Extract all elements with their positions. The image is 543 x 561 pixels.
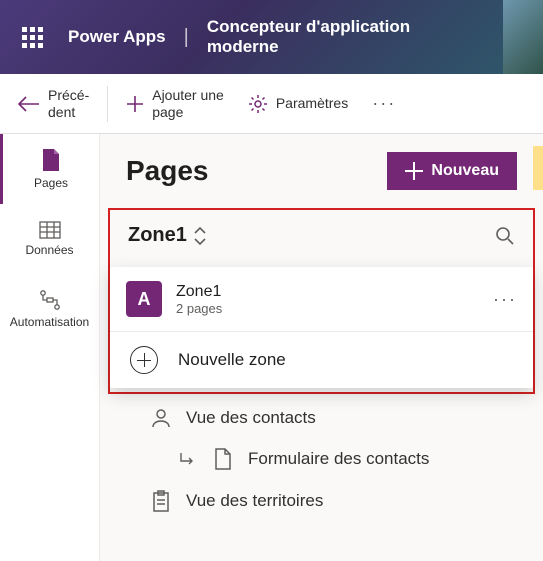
tree-item-contacts-form[interactable]: Formulaire des contacts	[146, 438, 543, 480]
zone-item-more-button[interactable]: ···	[493, 289, 517, 310]
main-panel: Pages Nouveau Zone1 A	[100, 134, 543, 561]
app-subtitle: Concepteur d'application moderne	[207, 17, 467, 58]
zone-popup: A Zone1 2 pages ··· Nouvelle zone	[110, 267, 533, 388]
settings-label: Paramètres	[276, 95, 348, 111]
tree-item-contacts-view[interactable]: Vue des contacts	[146, 398, 543, 438]
add-page-label: Ajouter une page	[152, 87, 224, 119]
back-button[interactable]: Précé- dent	[8, 81, 99, 125]
add-page-button[interactable]: Ajouter une page	[116, 81, 234, 125]
table-icon	[39, 221, 61, 239]
sort-icon	[193, 226, 209, 246]
new-zone-button[interactable]: Nouvelle zone	[110, 331, 533, 388]
nav-item-data[interactable]: Données	[0, 204, 99, 274]
page-header: Pages Nouveau	[100, 134, 543, 208]
zone-header-label: Zone1	[128, 224, 187, 247]
waffle-icon	[22, 27, 43, 48]
toolbar: Précé- dent Ajouter une page Paramètres …	[0, 74, 543, 134]
zone-item[interactable]: A Zone1 2 pages ···	[110, 267, 533, 331]
clipboard-icon	[150, 490, 172, 512]
flow-icon	[38, 289, 62, 311]
nav-label: Données	[25, 243, 73, 257]
zone-subtitle: 2 pages	[176, 301, 479, 316]
gear-icon	[248, 94, 268, 114]
page-icon	[41, 148, 61, 172]
header-separator: |	[184, 26, 189, 49]
circle-plus-icon	[130, 346, 158, 374]
search-icon	[495, 226, 515, 246]
tree-item-label: Vue des contacts	[186, 408, 316, 428]
zone-info: Zone1 2 pages	[176, 283, 479, 316]
side-indicator	[533, 146, 543, 190]
app-name: Power Apps	[68, 27, 166, 47]
toolbar-more-button[interactable]: ···	[362, 87, 406, 120]
page-title: Pages	[126, 155, 209, 187]
nav-item-automation[interactable]: Automatisation	[0, 274, 99, 344]
person-icon	[150, 408, 172, 428]
app-launcher-button[interactable]	[8, 13, 56, 61]
plus-icon	[126, 95, 144, 113]
settings-button[interactable]: Paramètres	[238, 88, 358, 120]
tree-item-label: Vue des territoires	[186, 491, 323, 511]
tree-item-territories-view[interactable]: Vue des territoires	[146, 480, 543, 522]
tree-item-label: Formulaire des contacts	[248, 449, 429, 469]
subitem-arrow-icon	[176, 451, 198, 467]
zone-badge: A	[126, 281, 162, 317]
arrow-left-icon	[18, 96, 40, 112]
new-button[interactable]: Nouveau	[387, 152, 517, 190]
new-button-label: Nouveau	[431, 162, 499, 180]
plus-icon	[405, 162, 423, 180]
left-nav: Pages Données Automatisation	[0, 134, 100, 561]
nav-label: Pages	[34, 176, 68, 190]
body: Pages Données Automatisation Pages Nouve…	[0, 134, 543, 561]
search-button[interactable]	[495, 226, 515, 246]
new-zone-label: Nouvelle zone	[178, 350, 286, 370]
highlighted-region: Zone1 A Zone1 2 pages ···	[108, 208, 535, 394]
app-header: Power Apps | Concepteur d'application mo…	[0, 0, 543, 74]
document-icon	[212, 448, 234, 470]
zone-name: Zone1	[176, 283, 479, 301]
page-tree: Vue des contacts Formulaire des contacts…	[100, 394, 543, 522]
nav-item-pages[interactable]: Pages	[0, 134, 99, 204]
back-label: Précé- dent	[48, 87, 89, 119]
toolbar-separator	[107, 86, 108, 122]
zone-dropdown[interactable]: Zone1	[110, 210, 533, 261]
nav-label: Automatisation	[10, 315, 89, 329]
